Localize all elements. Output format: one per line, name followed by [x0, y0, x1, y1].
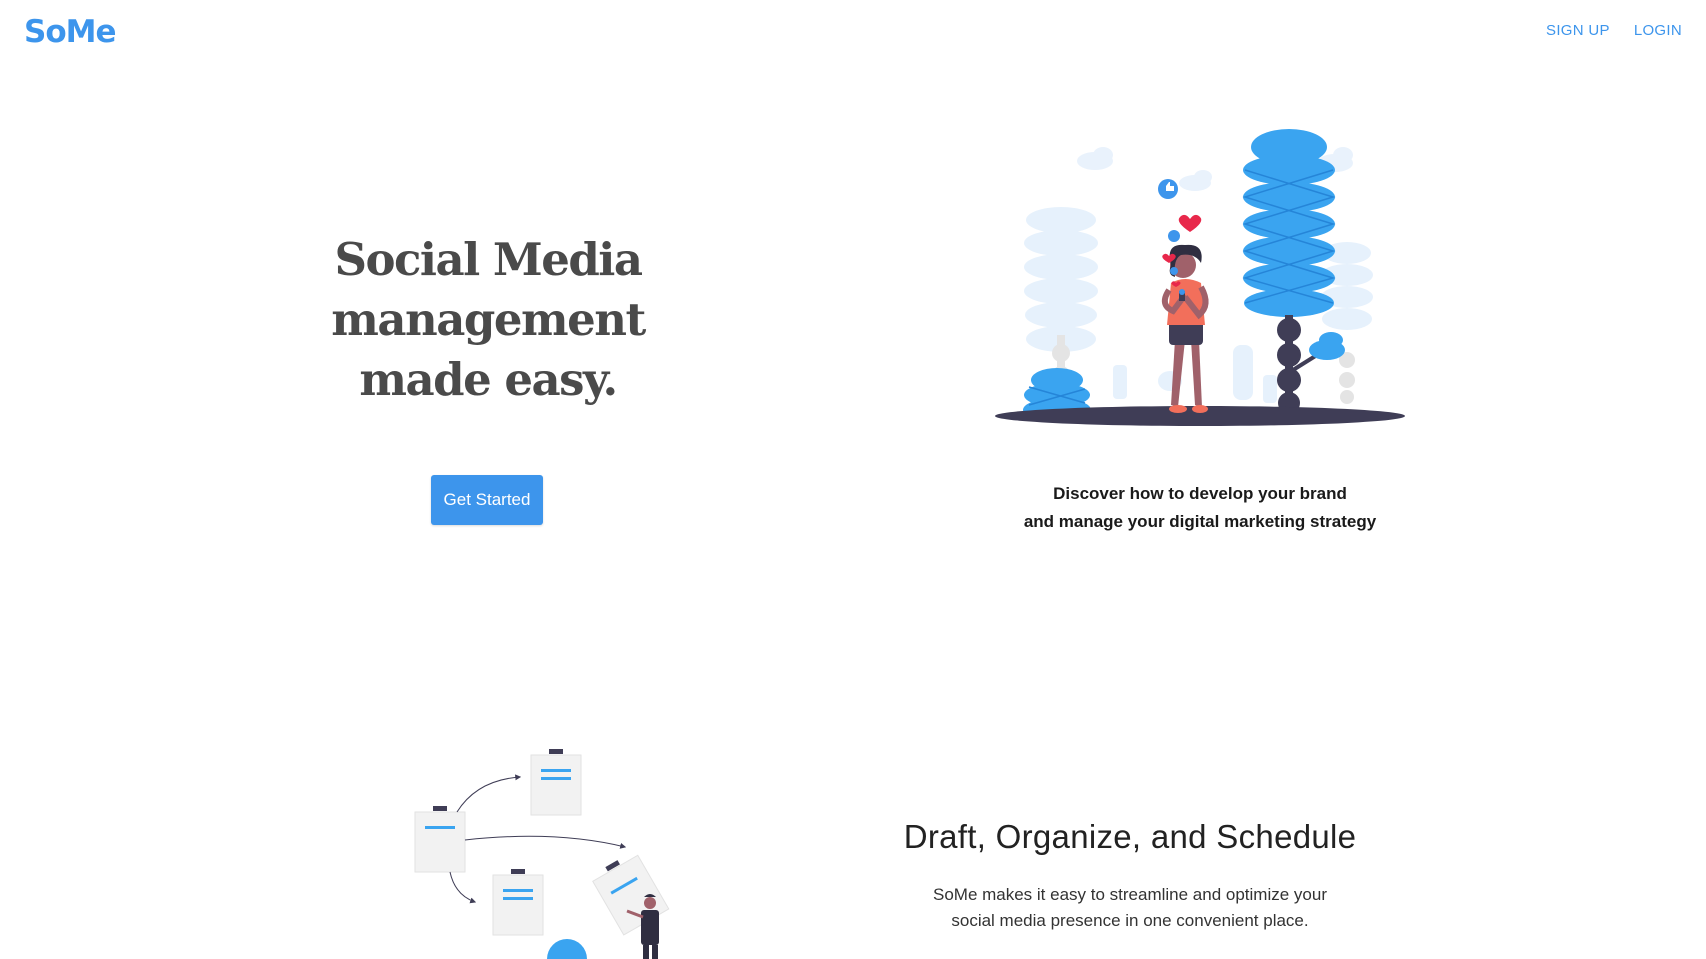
blue-tree [1242, 129, 1345, 414]
hero-title-line-1: Social Media [334, 233, 643, 286]
hero-subtitle-line-1: Discover how to develop your brand [1053, 484, 1347, 503]
reaction-icons [1158, 179, 1202, 295]
get-started-button[interactable]: Get Started [431, 475, 543, 525]
hero-subtitle: Discover how to develop your brand and m… [980, 480, 1420, 536]
feature-description-line-2: social media presence in one convenient … [951, 911, 1309, 930]
login-link[interactable]: LOGIN [1634, 22, 1682, 39]
top-nav: SIGN UP LOGIN [1546, 22, 1682, 39]
social-media-illustration [995, 129, 1405, 426]
hero-title-line-2: management [331, 293, 646, 346]
hero-title-line-3: made easy. [359, 353, 618, 406]
hero-subtitle-line-2: and manage your digital marketing strate… [1023, 512, 1377, 531]
feature-title: Draft, Organize, and Schedule [903, 818, 1357, 855]
feature-description-line-1: SoMe makes it easy to streamline and opt… [932, 885, 1327, 904]
blue-globe-partial [547, 939, 587, 959]
hero-title: Social Media management made easy. [300, 230, 676, 410]
document-top [530, 749, 582, 816]
feature-description: SoMe makes it easy to streamline and opt… [900, 882, 1360, 934]
organize-illustration [414, 749, 670, 959]
document-left [414, 806, 466, 873]
sign-up-link[interactable]: SIGN UP [1546, 22, 1610, 39]
pale-right-tree [1321, 242, 1373, 404]
logo[interactable]: SoMe [24, 14, 116, 50]
document-bottom [492, 869, 544, 936]
